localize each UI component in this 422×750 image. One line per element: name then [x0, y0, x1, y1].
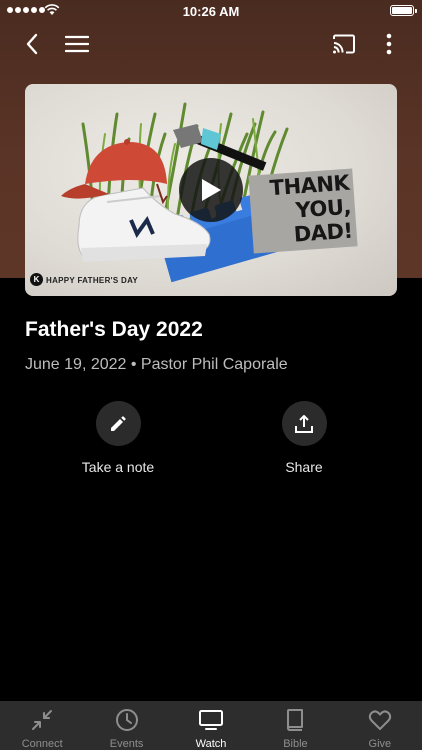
tab-label-connect: Connect	[21, 738, 63, 750]
chevron-left-icon	[26, 33, 38, 55]
take-a-note-label: Take a note	[81, 459, 155, 475]
status-time: 10:26 AM	[182, 4, 240, 19]
share-button[interactable]: Share	[234, 401, 374, 475]
tab-connect[interactable]: Connect	[0, 701, 84, 750]
status-bar: 10:26 AM	[0, 0, 422, 22]
navigation-bar	[0, 26, 422, 62]
menu-button[interactable]	[59, 26, 95, 62]
hamburger-menu-icon	[65, 35, 89, 53]
thumbnail-graphic-text: THANK YOU, DAD!	[248, 168, 358, 254]
connect-arrows-icon	[32, 710, 53, 730]
more-vertical-icon	[386, 33, 392, 55]
tab-label-watch: Watch	[195, 738, 227, 750]
tv-icon	[199, 710, 224, 730]
note-icon-circle	[95, 401, 141, 446]
share-label: Share	[285, 459, 323, 475]
tab-bar: Connect Events Watch Bible Give	[0, 701, 422, 750]
tab-events[interactable]: Events	[84, 701, 168, 750]
video-thumbnail[interactable]: THANK YOU, DAD! K HAPPY FATHER'S DAY	[25, 84, 397, 296]
back-button[interactable]	[14, 26, 50, 62]
thumbnail-caption: HAPPY FATHER'S DAY	[46, 276, 139, 285]
share-icon	[295, 414, 313, 433]
book-icon	[287, 709, 304, 731]
play-icon	[202, 179, 221, 201]
more-options-button[interactable]	[371, 26, 407, 62]
tab-watch[interactable]: Watch	[169, 701, 253, 750]
church-logo: K	[30, 273, 43, 286]
sermon-title: Father's Day 2022	[25, 318, 203, 341]
tab-label-give: Give	[368, 738, 392, 750]
clock-icon	[115, 709, 138, 731]
play-button[interactable]	[179, 158, 243, 222]
share-icon-circle	[281, 401, 327, 446]
tab-give[interactable]: Give	[338, 701, 422, 750]
battery-icon	[390, 5, 417, 16]
cast-icon	[333, 34, 355, 54]
heart-icon	[368, 710, 391, 730]
take-a-note-button[interactable]: Take a note	[48, 401, 188, 475]
tab-label-events: Events	[109, 738, 144, 750]
cast-button[interactable]	[326, 26, 362, 62]
tab-label-bible: Bible	[283, 738, 308, 750]
tab-bible[interactable]: Bible	[253, 701, 337, 750]
pencil-icon	[111, 415, 126, 431]
sermon-meta: June 19, 2022 • Pastor Phil Caporale	[25, 356, 288, 373]
